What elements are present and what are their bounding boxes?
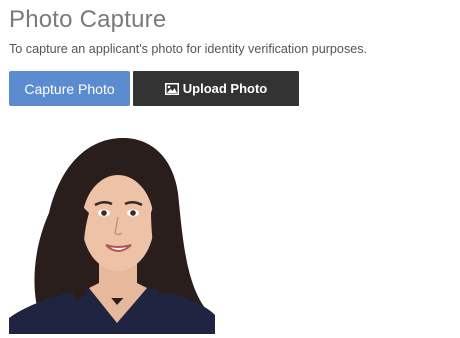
capture-photo-label: Capture Photo [24,80,115,97]
upload-photo-button[interactable]: Upload Photo [133,71,299,106]
applicant-photo [9,133,215,334]
capture-photo-button[interactable]: Capture Photo [9,71,130,106]
image-icon [164,82,179,95]
page-title: Photo Capture [9,6,167,33]
upload-photo-label: Upload Photo [182,81,268,96]
page-description: To capture an applicant's photo for iden… [9,42,368,56]
